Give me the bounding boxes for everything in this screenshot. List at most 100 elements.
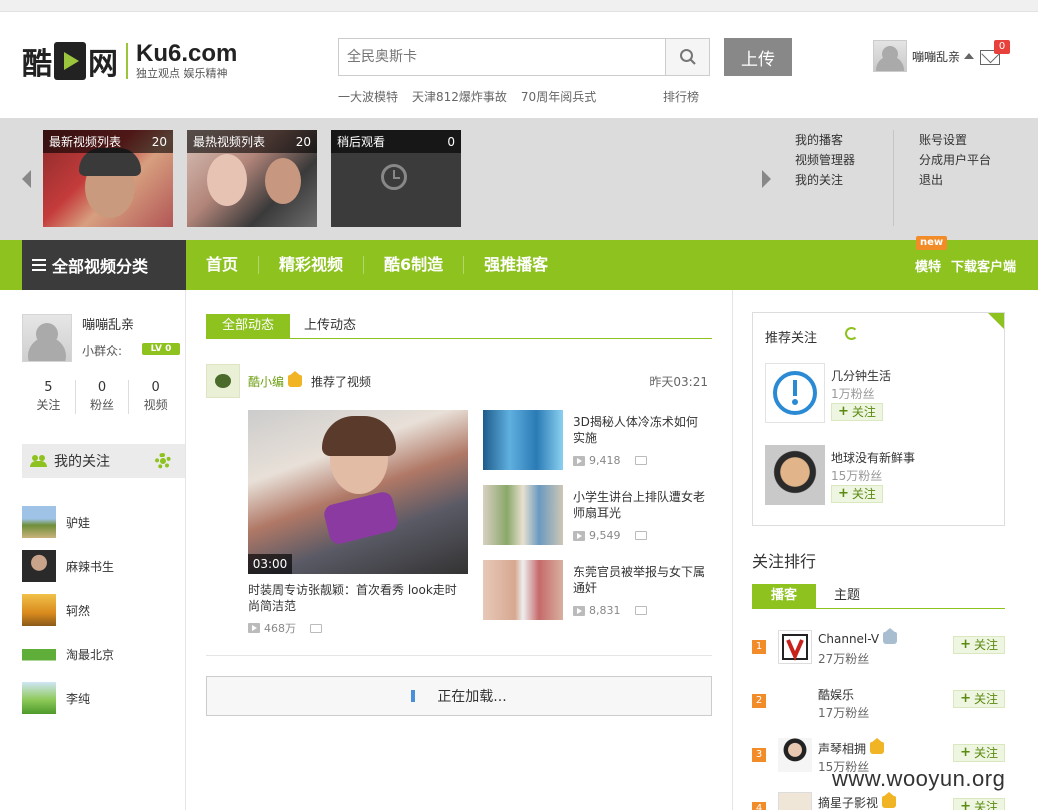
side-video-thumbnail[interactable]: [483, 410, 563, 470]
tab-all-activity[interactable]: 全部动态: [206, 314, 290, 338]
list-header: 最新视频列表 20: [43, 130, 173, 153]
nav-item-promoted[interactable]: 强推播客: [464, 256, 568, 274]
latest-videos-list[interactable]: 最新视频列表 20: [43, 130, 173, 227]
feed-entry-header: 酷小编 推荐了视频 昨天03:21: [206, 364, 712, 398]
watch-later-list[interactable]: 稍后观看 0: [331, 130, 461, 227]
menu-link[interactable]: 视频管理器: [795, 152, 855, 168]
ranking-name[interactable]: 摘星子影视: [818, 792, 897, 810]
list-item[interactable]: 李纯: [22, 676, 182, 720]
gear-icon[interactable]: [155, 453, 171, 469]
new-badge: new: [916, 236, 948, 250]
search-icon: [679, 49, 696, 65]
nav-item-featured[interactable]: 精彩视频: [259, 256, 365, 274]
profile-name[interactable]: 嘣嘣乱亲: [82, 314, 134, 333]
ranking-name[interactable]: 酷娱乐: [818, 686, 854, 703]
side-video-item[interactable]: 3D揭秘人体冷冻术如何实施 9,418: [483, 410, 712, 472]
stat-fans[interactable]: 0 粉丝: [76, 380, 130, 414]
arrow-left-icon[interactable]: [22, 170, 31, 188]
all-categories-button[interactable]: 全部视频分类: [22, 240, 186, 290]
nav-item-home[interactable]: 首页: [186, 256, 260, 274]
follow-button[interactable]: + 关注: [953, 798, 1005, 810]
follow-name: 李纯: [66, 691, 91, 706]
follow-button[interactable]: + 关注: [953, 636, 1005, 654]
side-video-thumbnail[interactable]: [483, 485, 563, 545]
caret-up-icon[interactable]: [964, 53, 975, 59]
left-sidebar: 嘣嘣乱亲 小群众: LV 0 5 关注 0 粉丝 0 视频 我的关注 驴娃 麻辣…: [22, 290, 186, 810]
activity-feed: 全部动态 上传动态 酷小编 推荐了视频 昨天03:21 03:00 时装周专访张…: [206, 290, 712, 810]
ranking-name[interactable]: Channel-V: [818, 628, 898, 646]
username[interactable]: 嘣嘣乱亲: [912, 48, 960, 65]
follow-button[interactable]: + 关注: [831, 485, 883, 503]
rank-link[interactable]: 排行榜: [663, 88, 699, 105]
side-video-title[interactable]: 东莞官员被举报与女下属通奸: [573, 564, 708, 596]
recommend-name[interactable]: 地球没有新鲜事: [831, 449, 915, 466]
loading-more-button[interactable]: 正在加载...: [206, 676, 712, 716]
list-header: 稍后观看 0: [331, 130, 461, 153]
search-button[interactable]: [665, 39, 709, 75]
plus-icon: +: [960, 799, 971, 810]
menu-link[interactable]: 分成用户平台: [919, 152, 991, 168]
menu-link[interactable]: 我的播客: [795, 132, 855, 148]
side-video-title[interactable]: 小学生讲台上排队遭女老师扇耳光: [573, 489, 708, 521]
upload-button[interactable]: 上传: [724, 38, 792, 76]
avatar[interactable]: [22, 314, 72, 362]
feed-username[interactable]: 酷小编: [248, 371, 303, 390]
main-video-title[interactable]: 时装周专访张靓颖：首次看秀 look走时尚简洁范: [248, 582, 468, 614]
hot-link[interactable]: 天津812爆炸事故: [412, 88, 507, 105]
menu-link[interactable]: 账号设置: [919, 132, 991, 148]
ranking-avatar[interactable]: [778, 630, 812, 664]
hottest-videos-list[interactable]: 最热视频列表 20: [187, 130, 317, 227]
list-item[interactable]: 麻辣书生: [22, 544, 182, 588]
comment-icon[interactable]: [634, 606, 647, 615]
recommend-name[interactable]: 几分钟生活: [831, 367, 891, 384]
menu-link[interactable]: 退出: [919, 172, 991, 188]
side-video-thumbnail[interactable]: [483, 560, 563, 620]
main-nav: 全部视频分类 首页 精彩视频 酷6制造 强推播客 模特 下载客户端: [0, 240, 1038, 290]
play-count-icon: [573, 530, 585, 541]
comment-icon[interactable]: [634, 456, 647, 465]
comment-icon[interactable]: [634, 531, 647, 540]
ranking-avatar[interactable]: [778, 792, 812, 810]
arrow-right-icon[interactable]: [762, 170, 771, 188]
main-video-meta: 468万: [248, 620, 322, 636]
comment-icon[interactable]: [310, 623, 322, 633]
ranking-name[interactable]: 声琴相拥: [818, 738, 885, 757]
list-item[interactable]: 驴娃: [22, 500, 182, 544]
follow-button[interactable]: + 关注: [953, 744, 1005, 762]
refresh-icon[interactable]: [845, 327, 858, 340]
side-video-title[interactable]: 3D揭秘人体冷冻术如何实施: [573, 414, 708, 446]
tab-podcasters[interactable]: 播客: [752, 584, 816, 608]
ranking-avatar[interactable]: [778, 738, 812, 772]
nav-item-ku6-made[interactable]: 酷6制造: [364, 256, 465, 274]
avatar[interactable]: [873, 40, 907, 72]
nav-item-download-client[interactable]: 下载客户端: [951, 256, 1016, 275]
tab-topics[interactable]: 主题: [834, 584, 860, 608]
side-video-item[interactable]: 小学生讲台上排队遭女老师扇耳光 9,549: [483, 485, 712, 547]
nav-item-models[interactable]: 模特: [915, 256, 941, 275]
hot-link[interactable]: 70周年阅兵式: [521, 88, 596, 105]
follow-button[interactable]: + 关注: [831, 403, 883, 421]
list-item[interactable]: 轲然: [22, 588, 182, 632]
stat-following[interactable]: 5 关注: [22, 380, 76, 414]
main-video-thumbnail[interactable]: 03:00: [248, 410, 468, 574]
ranking-name-text: 摘星子影视: [818, 796, 879, 810]
stat-label: 粉丝: [90, 398, 115, 412]
stat-videos[interactable]: 0 视频: [129, 380, 182, 414]
logo-text-1: 酷: [22, 47, 52, 82]
user-menu[interactable]: 嘣嘣乱亲: [873, 40, 975, 72]
recommend-avatar[interactable]: [765, 363, 825, 423]
site-logo[interactable]: 酷 网 Ku6.com 独立观点 娱乐精神: [22, 39, 237, 83]
recommend-avatar[interactable]: [765, 445, 825, 505]
follow-button[interactable]: + 关注: [953, 690, 1005, 708]
avatar[interactable]: [206, 364, 240, 398]
close-icon[interactable]: [988, 313, 1004, 329]
tab-upload-activity[interactable]: 上传动态: [304, 314, 356, 338]
level-badge: LV 0: [142, 343, 180, 355]
menu-link[interactable]: 我的关注: [795, 172, 855, 188]
search-input[interactable]: [339, 39, 661, 75]
loading-spinner-icon: [411, 690, 416, 702]
side-video-item[interactable]: 东莞官员被举报与女下属通奸 8,831: [483, 560, 712, 622]
hot-link[interactable]: 一大波模特: [338, 88, 398, 105]
thumbnail-face: [265, 158, 301, 204]
list-item[interactable]: 淘最北京: [22, 632, 182, 676]
